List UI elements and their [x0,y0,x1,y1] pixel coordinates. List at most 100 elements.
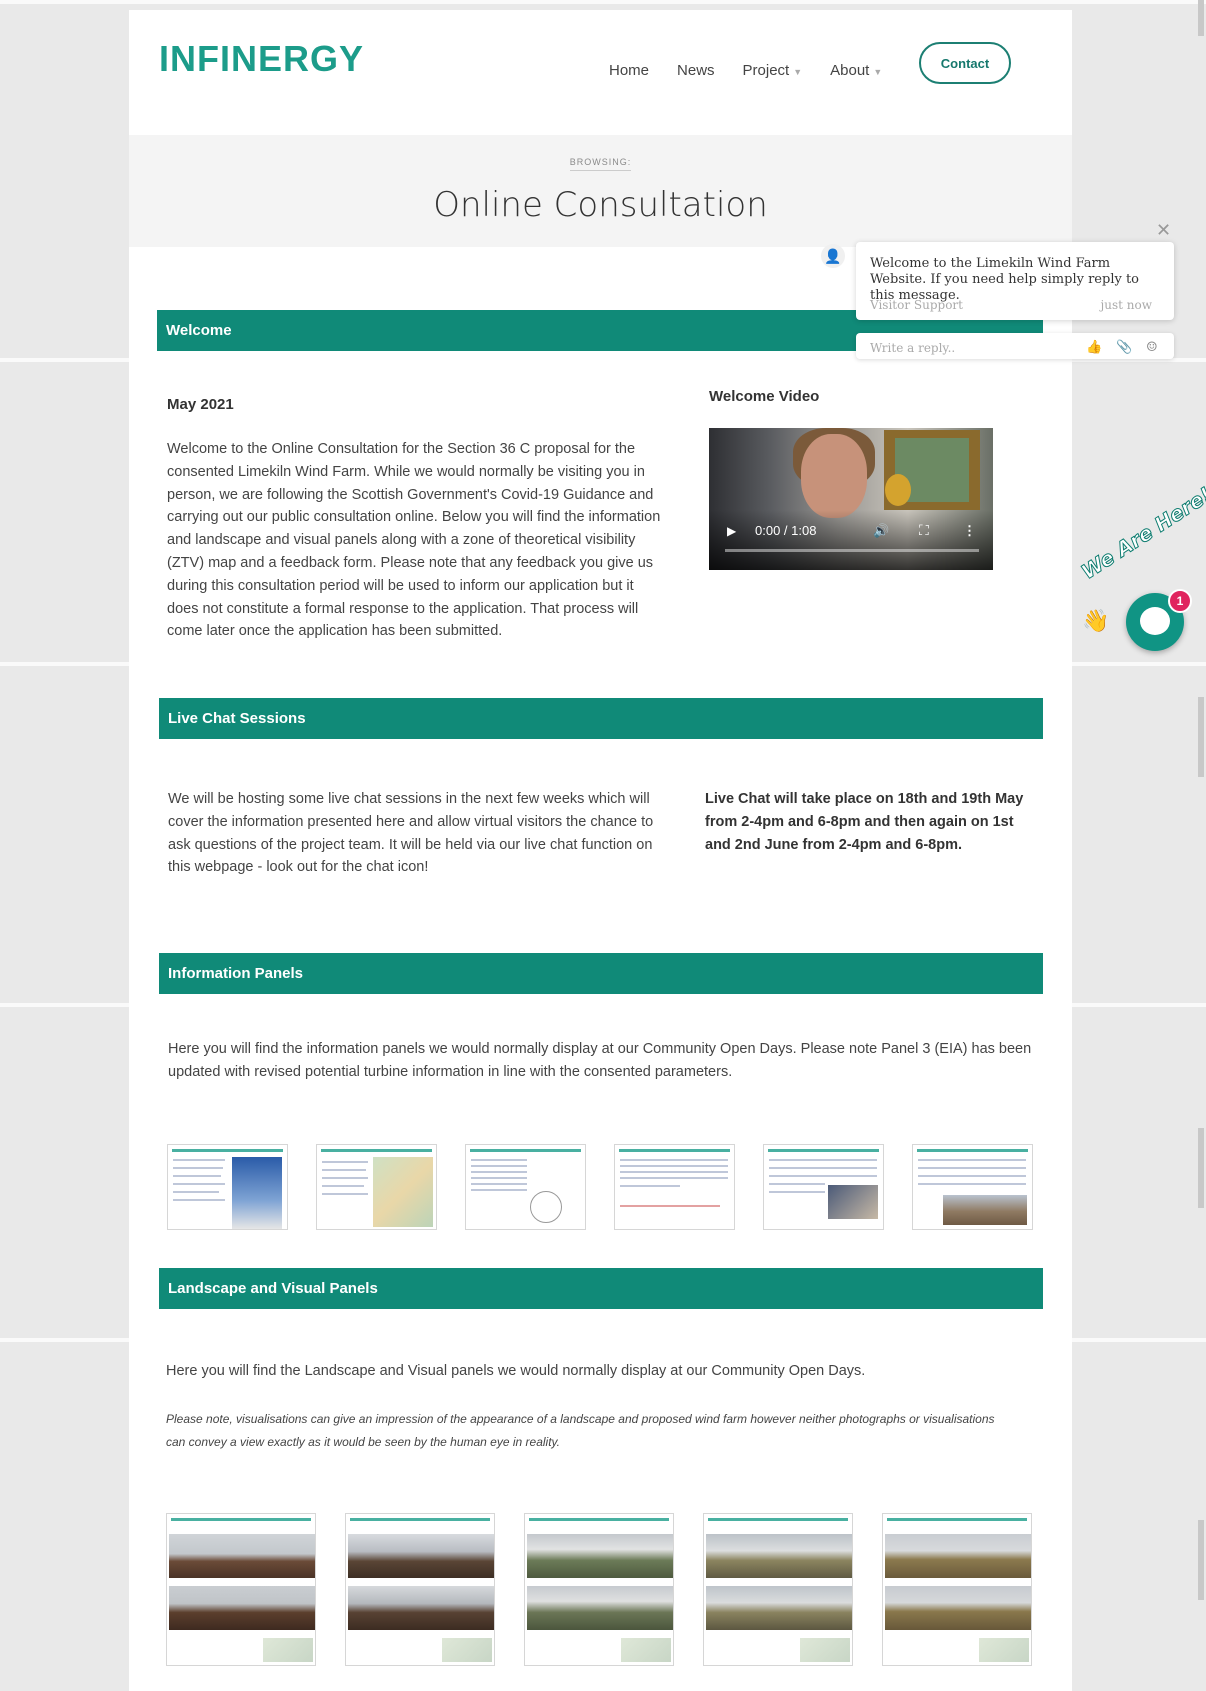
landscape-panel-thumbnail[interactable] [882,1513,1032,1666]
panel-text [173,1167,223,1169]
section-landscape-visual-header: Landscape and Visual Panels [159,1268,1043,1309]
scrollbar-thumb[interactable] [1198,1520,1204,1600]
panel-photo [828,1185,878,1219]
chevron-down-icon: ▼ [793,67,803,77]
panel-text [918,1175,1026,1177]
panel-text [769,1167,877,1169]
chat-reply-input[interactable]: Write a reply.. 👍 📎 ☺ [856,333,1174,359]
panel-photo [943,1195,1027,1225]
panel-diagram [530,1191,562,1223]
panel-photo [706,1534,852,1578]
section-live-chat-header: Live Chat Sessions [159,698,1043,739]
panel-text [620,1165,728,1167]
panel-text [471,1177,527,1179]
landscape-panel-thumbnail[interactable] [524,1513,674,1666]
chat-timestamp: just now [1100,298,1152,312]
welcome-date: May 2021 [167,396,234,413]
video-time: 0:00 / 1:08 [755,523,817,538]
thumbs-up-icon[interactable]: 👍 [1086,340,1102,355]
nav-home[interactable]: Home [609,62,649,79]
close-icon[interactable]: ✕ [1156,220,1171,241]
panel-text [322,1161,368,1163]
panel-photo [706,1586,852,1630]
panel-text [620,1159,728,1161]
nav-news[interactable]: News [677,62,715,79]
nav-about[interactable]: About ▼ [830,62,882,79]
contact-button[interactable]: Contact [919,42,1011,84]
panel-text [173,1159,225,1161]
panel-text [769,1183,825,1185]
panel-photo [348,1534,494,1578]
panel-text [620,1171,728,1173]
landscape-panel-thumbnail[interactable] [703,1513,853,1666]
landscape-visual-note: Please note, visualisations can give an … [166,1412,995,1449]
panel-map [800,1638,850,1662]
landscape-panel-thumbnail[interactable] [166,1513,316,1666]
scrollbar-thumb[interactable] [1198,697,1204,777]
site-logo[interactable]: INFINERGY [159,38,364,80]
panel-text [620,1185,680,1187]
panel-text [173,1199,225,1201]
panel-map [263,1638,313,1662]
information-panel-thumbnail[interactable] [614,1144,735,1230]
panel-text [173,1191,219,1193]
main-nav: Home News Project ▼ About ▼ [609,62,910,79]
more-options-icon[interactable]: ⋮ [963,523,976,539]
panel-text [471,1171,527,1173]
site-header: INFINERGY Home News Project ▼ About ▼ Cont… [129,10,1072,135]
panel-header-rule [887,1518,1027,1521]
video-progress-bar[interactable] [725,549,979,552]
information-panel-thumbnail[interactable] [465,1144,586,1230]
chat-bubble-icon [1140,607,1170,635]
nav-about-label: About [830,62,870,79]
panel-header-rule [917,1149,1028,1152]
chevron-down-icon: ▼ [873,67,883,77]
nav-news-label: News [677,62,715,79]
video-still [801,434,867,518]
notification-badge: 1 [1168,589,1192,613]
information-panel-thumbnail[interactable] [316,1144,437,1230]
information-panels-body: Here you will find the information panel… [168,1041,1032,1080]
play-icon[interactable]: ▶ [727,524,736,538]
panel-map [373,1157,433,1227]
panel-map [621,1638,671,1662]
panel-map [979,1638,1029,1662]
chat-message-bubble[interactable]: Welcome to the Limekiln Wind Farm Websit… [856,242,1174,320]
panel-header-rule [171,1518,311,1521]
nav-project[interactable]: Project ▼ [743,62,803,79]
information-panel-thumbnail[interactable] [763,1144,884,1230]
fullscreen-icon[interactable]: ⛶ [919,522,929,539]
live-chat-schedule: Live Chat will take place on 18th and 19… [705,791,1024,853]
panel-map [442,1638,492,1662]
welcome-video-player[interactable]: ▶ 0:00 / 1:08 🔊 ⛶ ⋮ [709,428,993,570]
information-panel-thumbnail[interactable] [167,1144,288,1230]
volume-icon[interactable]: 🔊 [873,523,889,539]
panel-text [471,1159,527,1161]
scrollbar-thumb[interactable] [1198,1128,1204,1208]
panel-text [769,1175,877,1177]
live-chat-body: We will be hosting some live chat sessio… [168,791,654,876]
page-title-band: BROWSING: Online Consultation [129,135,1072,247]
panel-text [620,1205,720,1207]
support-avatar: 👤 [821,244,845,268]
panel-photo [169,1586,315,1630]
panel-text [322,1185,364,1187]
panel-text [620,1177,728,1179]
chat-message-text: Welcome to the Limekiln Wind Farm Websit… [870,256,1140,303]
panel-text [769,1191,825,1193]
attachment-icon[interactable]: 📎 [1116,340,1132,355]
panel-header-rule [619,1149,730,1152]
welcome-body: Welcome to the Online Consultation for t… [167,441,661,640]
panel-text [322,1177,368,1179]
scrollbar-thumb[interactable] [1198,0,1204,36]
browsing-label: BROWSING: [569,157,632,171]
panel-header-rule [350,1518,490,1521]
information-panel-thumbnail[interactable] [912,1144,1033,1230]
landscape-panel-thumbnail[interactable] [345,1513,495,1666]
panel-header-rule [708,1518,848,1521]
panel-text [322,1193,368,1195]
emoji-icon[interactable]: ☺ [1146,340,1158,355]
panel-photo [232,1157,282,1229]
panel-photo [885,1534,1031,1578]
panel-photo [169,1534,315,1578]
